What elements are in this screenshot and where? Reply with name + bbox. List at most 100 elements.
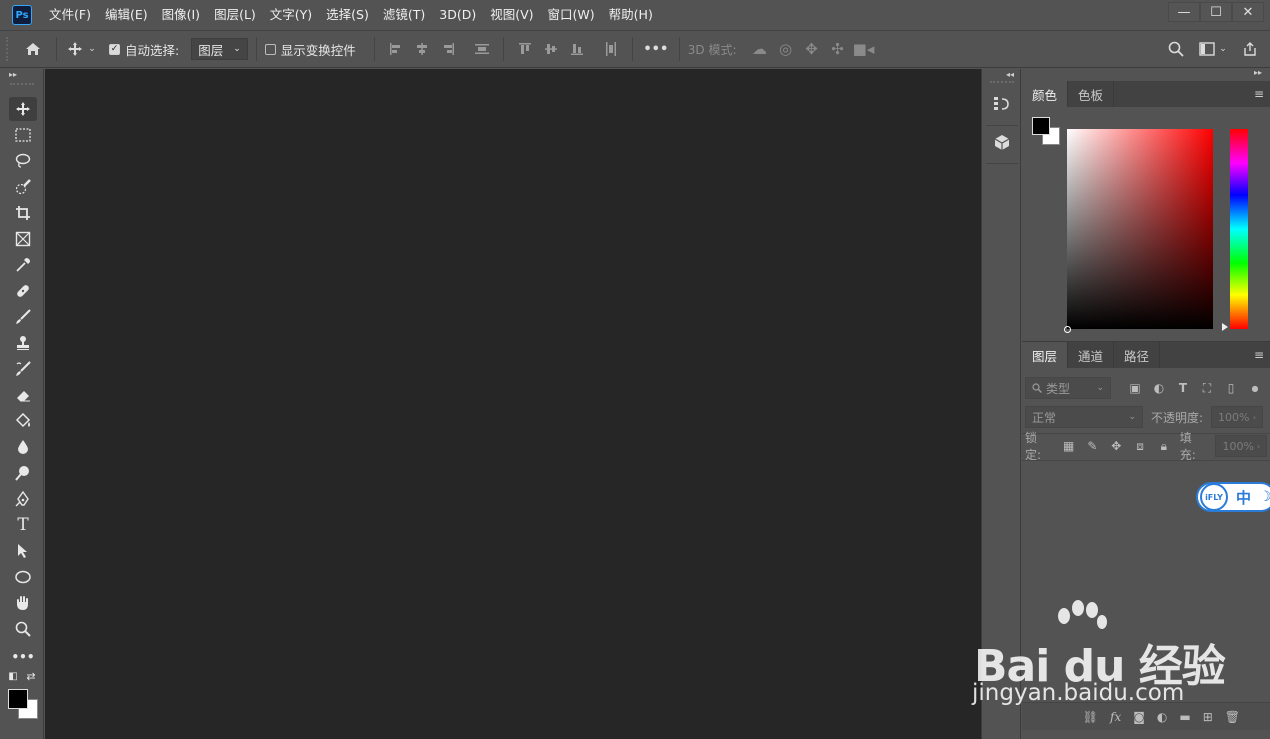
- link-layers-icon[interactable]: ⛓: [1083, 710, 1098, 724]
- more-options-icon[interactable]: •••: [641, 37, 671, 61]
- crop-icon[interactable]: [9, 201, 37, 225]
- menu-type[interactable]: 文字(Y): [263, 0, 319, 30]
- maximize-button[interactable]: ☐: [1200, 2, 1232, 22]
- hand-icon[interactable]: [9, 591, 37, 615]
- align-left-edges-icon[interactable]: [383, 37, 409, 61]
- lasso-icon[interactable]: [9, 149, 37, 173]
- options-grip[interactable]: [6, 37, 18, 61]
- paint-bucket-icon[interactable]: [9, 409, 37, 433]
- history-panel-icon[interactable]: [990, 91, 1014, 115]
- search-icon[interactable]: [1166, 37, 1186, 61]
- toolbar-grip[interactable]: [10, 83, 34, 85]
- blend-mode-select[interactable]: 正常 ⌄: [1025, 406, 1143, 428]
- align-top-edges-icon[interactable]: [512, 37, 538, 61]
- 3d-slide-icon[interactable]: ✣: [825, 37, 851, 61]
- panel-menu-icon[interactable]: ≡: [1254, 348, 1264, 362]
- show-transform-controls-checkbox[interactable]: 显示变换控件: [264, 40, 356, 59]
- menu-image[interactable]: 图像(I): [155, 0, 207, 30]
- filter-pixel-layer-icon[interactable]: ▣: [1127, 381, 1143, 395]
- lock-image-pixels-icon[interactable]: ✎: [1085, 439, 1101, 453]
- color-picker-marker[interactable]: [1064, 326, 1071, 333]
- align-vertical-centers-icon[interactable]: [538, 37, 564, 61]
- lock-position-icon[interactable]: ✥: [1108, 439, 1124, 453]
- distribute-horizontal-icon[interactable]: [598, 37, 624, 61]
- tab-swatches[interactable]: 色板: [1068, 81, 1115, 107]
- brush-icon[interactable]: [9, 305, 37, 329]
- new-group-folder-icon[interactable]: ▬: [1179, 710, 1190, 724]
- collapse-toolbar-icon[interactable]: ▸▸: [0, 69, 43, 83]
- filter-toggle-icon[interactable]: ●: [1247, 384, 1263, 393]
- add-mask-icon[interactable]: ◙: [1133, 710, 1145, 724]
- properties-3d-panel-icon[interactable]: [990, 131, 1014, 155]
- pen-icon[interactable]: [9, 487, 37, 511]
- fill-input[interactable]: 100% ›: [1215, 435, 1268, 457]
- filter-shape-layer-icon[interactable]: ⛶: [1199, 381, 1215, 396]
- share-icon[interactable]: [1240, 37, 1260, 61]
- tab-layers[interactable]: 图层: [1022, 342, 1069, 368]
- eraser-icon[interactable]: [9, 383, 37, 407]
- menu-3d[interactable]: 3D(D): [432, 0, 483, 30]
- path-selection-icon[interactable]: [9, 539, 37, 563]
- minimize-button[interactable]: —: [1168, 2, 1200, 22]
- 3d-roll-icon[interactable]: ◎: [773, 37, 799, 61]
- expand-panels-icon[interactable]: ▸▸: [1254, 68, 1262, 77]
- opacity-input[interactable]: 100% ›: [1211, 406, 1264, 428]
- blur-drop-icon[interactable]: [9, 435, 37, 459]
- ifly-ime-toolbar[interactable]: iFLY 中 ☽: [1196, 482, 1270, 512]
- tab-paths[interactable]: 路径: [1114, 342, 1161, 368]
- home-icon[interactable]: [18, 37, 48, 61]
- close-button[interactable]: ✕: [1232, 2, 1264, 22]
- menu-file[interactable]: 文件(F): [42, 0, 98, 30]
- new-layer-icon[interactable]: ⊞: [1203, 710, 1213, 724]
- move-tool-preset-icon[interactable]: [65, 37, 85, 61]
- lock-all-icon[interactable]: 🔒︎: [1156, 439, 1172, 454]
- menu-layer[interactable]: 图层(L): [207, 0, 263, 30]
- tab-channels[interactable]: 通道: [1068, 342, 1115, 368]
- filter-smart-object-icon[interactable]: ▯: [1223, 381, 1239, 395]
- healing-brush-icon[interactable]: [9, 279, 37, 303]
- workspace-switcher-icon[interactable]: ⌄: [1198, 37, 1228, 61]
- dock-grip[interactable]: [990, 81, 1014, 83]
- eyedropper-icon[interactable]: [9, 253, 37, 277]
- menu-filter[interactable]: 滤镜(T): [376, 0, 432, 30]
- chevron-down-icon[interactable]: ⌄: [85, 37, 99, 61]
- filter-type-layer-icon[interactable]: T: [1175, 381, 1191, 395]
- auto-select-checkbox[interactable]: ✓ 自动选择:: [109, 40, 179, 59]
- layer-filter-select[interactable]: 类型 ⌄: [1025, 377, 1111, 399]
- hue-slider-marker[interactable]: [1222, 323, 1228, 331]
- dodge-icon[interactable]: [9, 461, 37, 485]
- checkbox-checked-icon[interactable]: ✓: [109, 43, 120, 55]
- saturation-value-field[interactable]: [1067, 129, 1213, 329]
- clone-stamp-icon[interactable]: [9, 331, 37, 355]
- foreground-color-swatch[interactable]: [8, 689, 28, 709]
- quick-selection-icon[interactable]: [9, 175, 37, 199]
- lock-artboard-icon[interactable]: ⧈: [1132, 439, 1148, 454]
- moon-icon[interactable]: ☽: [1259, 489, 1270, 505]
- move-tool-icon[interactable]: [9, 97, 37, 121]
- align-right-edges-icon[interactable]: [435, 37, 461, 61]
- align-horizontal-centers-icon[interactable]: [409, 37, 435, 61]
- layer-style-fx-icon[interactable]: fx: [1110, 710, 1121, 724]
- color-panel-foreground-swatch[interactable]: [1032, 117, 1050, 135]
- history-brush-icon[interactable]: [9, 357, 37, 381]
- rectangular-marquee-icon[interactable]: [9, 123, 37, 147]
- delete-layer-trash-icon[interactable]: 🗑︎: [1225, 710, 1240, 724]
- zoom-icon[interactable]: [9, 617, 37, 641]
- new-adjustment-layer-icon[interactable]: ◐: [1157, 710, 1167, 724]
- checkbox-unchecked-icon[interactable]: [264, 43, 276, 55]
- 3d-orbit-icon[interactable]: ☁: [747, 37, 773, 61]
- hue-slider[interactable]: [1230, 129, 1248, 329]
- panel-menu-icon[interactable]: ≡: [1254, 87, 1264, 101]
- distribute-vertical-icon[interactable]: [469, 37, 495, 61]
- document-canvas-area[interactable]: [45, 69, 981, 739]
- menu-window[interactable]: 窗口(W): [541, 0, 602, 30]
- frame-icon[interactable]: [9, 227, 37, 251]
- default-colors-icon[interactable]: ◧: [6, 669, 20, 683]
- menu-select[interactable]: 选择(S): [319, 0, 376, 30]
- align-bottom-edges-icon[interactable]: [564, 37, 590, 61]
- ellipse-icon[interactable]: [9, 565, 37, 589]
- tab-color[interactable]: 颜色: [1022, 81, 1069, 107]
- lock-transparent-pixels-icon[interactable]: ▦: [1061, 439, 1077, 453]
- filter-adjustment-layer-icon[interactable]: ◐: [1151, 381, 1167, 395]
- menu-view[interactable]: 视图(V): [483, 0, 540, 30]
